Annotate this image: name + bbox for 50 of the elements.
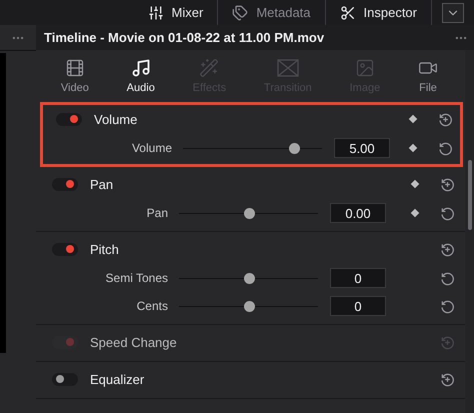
slider-thumb[interactable] [244, 208, 254, 218]
tab[interactable]: Video [60, 82, 89, 94]
tab[interactable]: Audio [126, 82, 155, 94]
keyframe-icon[interactable] [410, 180, 420, 188]
reset-icon[interactable] [440, 270, 454, 286]
parameter-label: Pan [146, 206, 168, 220]
keyframe-icon[interactable] [408, 114, 418, 124]
toolbar-button[interactable]: Metadata [256, 5, 311, 20]
value-field[interactable]: 0.00 [330, 203, 386, 223]
image-icon [354, 58, 375, 78]
section-title: Pitch [90, 242, 120, 256]
value-field[interactable]: 5.00 [334, 138, 390, 158]
sliders-icon[interactable] [148, 4, 164, 20]
toggle-switch[interactable] [52, 178, 78, 190]
section-title: Speed Change [90, 334, 178, 350]
section-title: Equalizer [90, 372, 146, 386]
toolbar-button[interactable]: Mixer [172, 5, 204, 20]
value-field[interactable]: 0 [330, 268, 386, 288]
slider-thumb[interactable] [289, 142, 300, 154]
scrollbar-thumb[interactable] [468, 160, 472, 230]
reset-icon[interactable] [438, 140, 452, 156]
reset-plus-icon[interactable] [440, 242, 454, 256]
section-title: Pan [90, 176, 114, 192]
slider-thumb[interactable] [244, 300, 254, 312]
parameter-label: Cents [136, 299, 168, 313]
tags-icon[interactable] [232, 4, 248, 20]
reset-icon[interactable] [440, 206, 454, 220]
reset-icon[interactable] [440, 298, 454, 314]
parameter-label: Volume [130, 141, 172, 155]
music-note-icon [130, 58, 151, 78]
panel-title: Timeline - Movie on 01-08-22 at 11.00 PM.mov [44, 30, 326, 45]
transition-icon [276, 58, 299, 78]
keyframe-icon[interactable] [410, 208, 420, 218]
keyframe-icon[interactable] [408, 144, 418, 152]
magic-wand-icon [199, 58, 220, 78]
scissors-icon[interactable] [340, 4, 356, 20]
toggle-switch[interactable] [52, 242, 78, 256]
slider-thumb[interactable] [244, 272, 254, 284]
reset-plus-icon[interactable] [440, 176, 454, 192]
parameter-label: Semi Tones [104, 271, 168, 285]
toggle-switch[interactable] [56, 112, 82, 126]
dropdown-button[interactable] [442, 2, 464, 22]
toggle-switch[interactable] [52, 372, 78, 386]
tab[interactable]: File [419, 82, 437, 94]
value-field[interactable]: 0 [330, 296, 386, 316]
reset-plus-icon[interactable] [440, 372, 454, 386]
section-title: Volume [94, 112, 138, 126]
reset-plus-icon[interactable] [438, 112, 452, 126]
film-icon [64, 58, 85, 78]
toolbar-button[interactable]: Inspector [364, 5, 417, 20]
